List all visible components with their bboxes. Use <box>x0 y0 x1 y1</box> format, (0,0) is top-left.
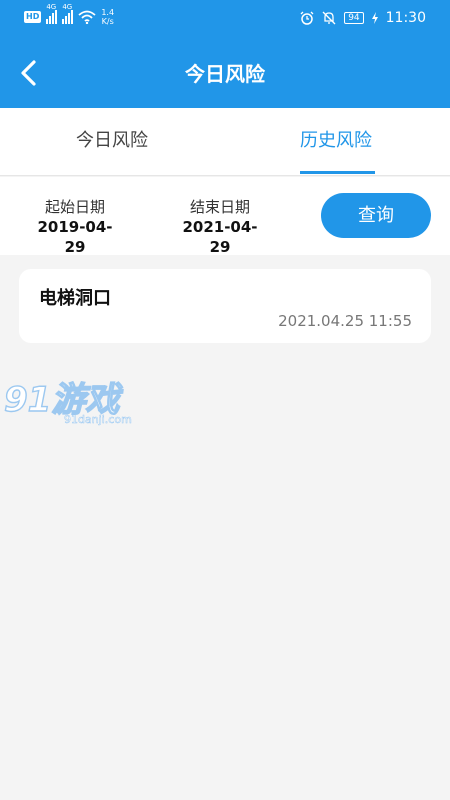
tab-history-risk[interactable]: 历史风险 <box>300 128 372 154</box>
charging-icon <box>371 12 378 24</box>
network-speed: 1.4 K/s <box>101 8 114 26</box>
risk-name: 电梯洞口 <box>39 288 111 309</box>
date-filter: 起始日期 2019-04-29 结束日期 2021-04-29 查询 <box>0 177 450 257</box>
start-date-label: 起始日期 <box>44 198 105 216</box>
status-left: HD 4G 4G 1.4 K/s <box>24 4 114 26</box>
page-title: 今日风险 <box>185 62 265 86</box>
battery-icon: 94 <box>344 12 364 24</box>
watermark-logo: 91游戏 91danji.com <box>3 379 132 426</box>
end-date-picker[interactable]: 结束日期 2021-04-29 <box>175 197 265 257</box>
signal-icon: 4G <box>62 4 74 24</box>
tab-indicator <box>300 171 375 174</box>
speed-unit: K/s <box>101 17 114 26</box>
query-button[interactable]: 查询 <box>321 193 431 238</box>
list-item[interactable]: 电梯洞口 2021.04.25 11:55 <box>19 269 431 343</box>
tab-today-risk[interactable]: 今日风险 <box>76 128 148 154</box>
watermark-site: 91danji.com <box>64 413 132 426</box>
start-date-value: 2019-04-29 <box>37 218 113 256</box>
status-bar: HD 4G 4G 1.4 K/s 94 11:30 <box>0 0 450 38</box>
status-time: 11:30 <box>385 10 426 26</box>
status-right: 94 11:30 <box>300 10 426 26</box>
hd-badge: HD <box>24 11 42 23</box>
start-date-picker[interactable]: 起始日期 2019-04-29 <box>30 197 120 257</box>
end-date-value: 2021-04-29 <box>182 218 258 256</box>
tab-bar: 今日风险 历史风险 <box>0 108 450 176</box>
wifi-icon <box>78 10 96 24</box>
risk-time: 2021.04.25 11:55 <box>278 312 412 330</box>
network-type-label: 4G <box>62 3 73 11</box>
signal-icon: 4G <box>46 4 58 24</box>
end-date-label: 结束日期 <box>189 198 250 216</box>
app-header: HD 4G 4G 1.4 K/s 94 11:30 今日风险 <box>0 0 450 108</box>
speed-value: 1.4 <box>101 8 115 17</box>
mute-icon <box>322 11 336 25</box>
network-type-label: 4G <box>46 3 57 11</box>
alarm-icon <box>300 11 314 25</box>
